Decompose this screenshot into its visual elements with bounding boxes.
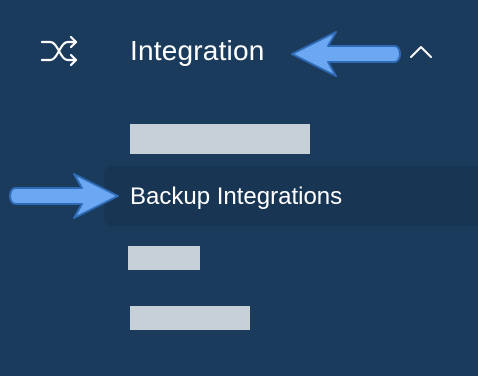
redacted-submenu-item-3[interactable] bbox=[130, 306, 250, 330]
backup-integrations-item[interactable]: Backup Integrations bbox=[104, 166, 478, 226]
backup-integrations-label: Backup Integrations bbox=[130, 183, 343, 210]
annotation-arrow-right-icon bbox=[9, 173, 119, 219]
integration-nav-section[interactable]: Integration bbox=[0, 20, 478, 84]
chevron-up-icon[interactable] bbox=[406, 40, 436, 64]
redacted-submenu-item-1[interactable] bbox=[130, 124, 310, 154]
shuffle-icon bbox=[40, 35, 78, 67]
annotation-arrow-left-icon bbox=[291, 31, 401, 77]
redacted-submenu-item-2[interactable] bbox=[128, 246, 200, 270]
integration-label: Integration bbox=[130, 35, 265, 66]
